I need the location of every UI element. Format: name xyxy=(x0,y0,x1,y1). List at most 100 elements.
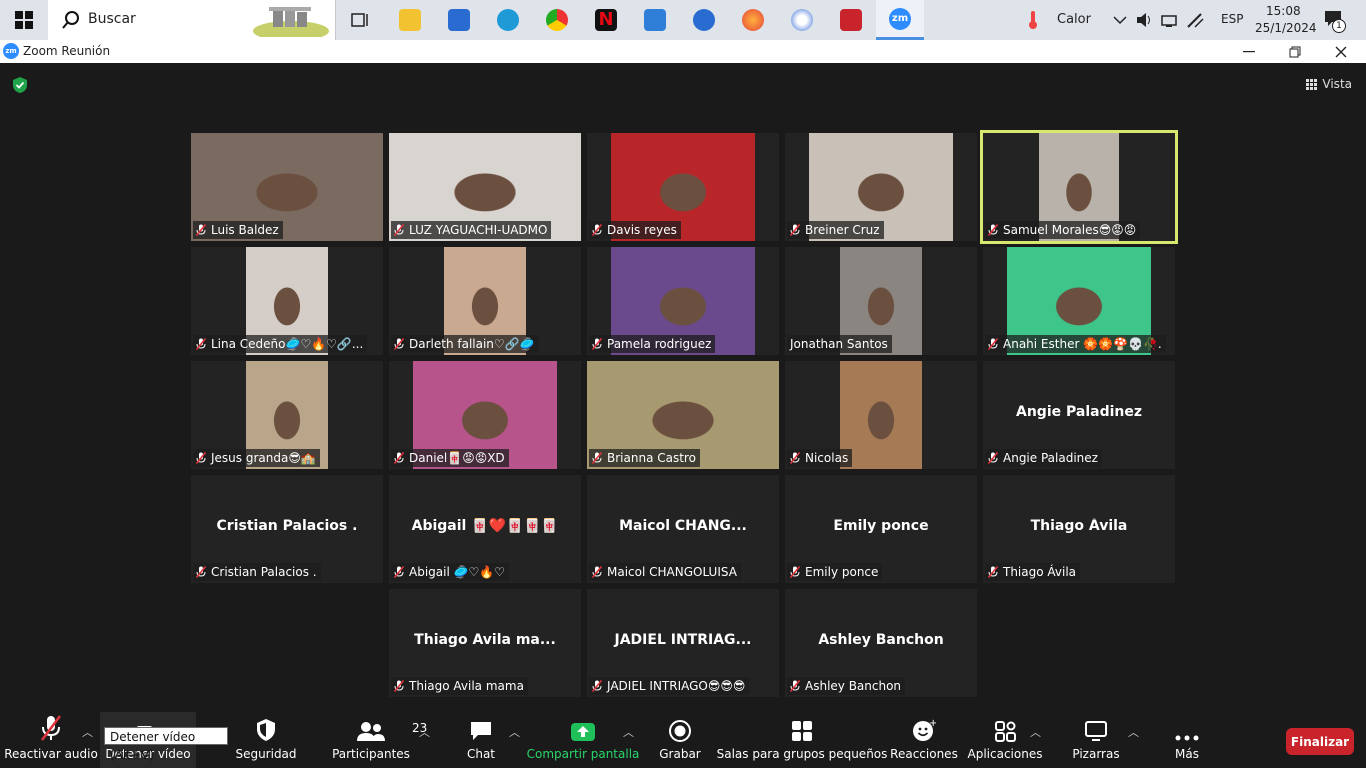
security-button[interactable]: Seguridad xyxy=(232,712,300,768)
close-button[interactable] xyxy=(1318,40,1364,63)
participant-display-name: Thiago Ávila xyxy=(1030,518,1128,534)
minimize-button[interactable] xyxy=(1226,40,1272,63)
participant-name-label: Pamela rodriguez xyxy=(589,335,716,353)
unmute-audio-button[interactable]: Reactivar audio xyxy=(4,712,98,768)
apps-options-caret-icon[interactable]: ︿ xyxy=(1030,724,1041,740)
participant-tile[interactable]: Breiner Cruz xyxy=(785,133,977,241)
participant-name-label: Samuel Morales😎😡😡 xyxy=(985,221,1141,239)
participant-name: Jesus granda😎🏫 xyxy=(211,451,316,465)
share-options-caret-icon[interactable]: ︿ xyxy=(623,724,634,740)
muted-microphone-icon xyxy=(394,680,404,692)
participant-tile[interactable]: Luis Baldez xyxy=(191,133,383,241)
record-button[interactable]: Grabar xyxy=(656,712,704,768)
participant-tile-active-speaker[interactable]: Samuel Morales😎😡😡 xyxy=(980,130,1178,244)
apps-label: Aplicaciones xyxy=(967,747,1043,761)
participant-tile[interactable]: Pamela rodriguez xyxy=(587,247,779,355)
participant-tile[interactable]: Emily ponce Emily ponce xyxy=(785,475,977,583)
participant-tile[interactable]: Maicol CHANG... Maicol CHANGOLUISA xyxy=(587,475,779,583)
taskbar-firefox[interactable] xyxy=(729,0,777,40)
participant-name-label: Darleth fallain♡🔗🥏 xyxy=(391,335,539,353)
view-button[interactable]: Vista xyxy=(1306,77,1352,91)
taskbar-store[interactable] xyxy=(435,0,483,40)
participant-name: Nicolas xyxy=(805,451,849,465)
end-meeting-button[interactable]: Finalizar xyxy=(1286,728,1354,755)
participant-display-name: Angie Paladinez xyxy=(1016,404,1142,420)
window-title: Zoom Reunión xyxy=(23,44,111,58)
participant-tile[interactable]: Brianna Castro xyxy=(587,361,779,469)
participant-name: Lina Cedeño🥏♡🔥♡🔗... xyxy=(211,337,364,351)
chat-button[interactable]: Chat xyxy=(460,712,502,768)
chrome-icon xyxy=(546,9,568,31)
participant-tile[interactable]: Nicolas xyxy=(785,361,977,469)
stop-video-tooltip: Detener vídeo (Alt+V) xyxy=(104,727,228,762)
participant-name: Pamela rodriguez xyxy=(607,337,712,351)
taskbar-mail[interactable] xyxy=(631,0,679,40)
participant-tile[interactable]: JADIEL INTRIAG... JADIEL INTRIAGO😎😎😎 xyxy=(587,589,779,697)
participant-tile[interactable]: Anahi Esther 🏵️🏵️🍄💀🥀. xyxy=(983,247,1175,355)
clock-time[interactable]: 15:08 xyxy=(1266,4,1301,18)
security-shield-icon[interactable] xyxy=(12,76,28,94)
participant-tile[interactable]: Jesus granda😎🏫 xyxy=(191,361,383,469)
audio-options-caret-icon[interactable]: ︿ xyxy=(82,724,93,740)
taskbar-acrobat[interactable] xyxy=(827,0,875,40)
more-button[interactable]: Más xyxy=(1166,712,1208,768)
share-screen-button[interactable]: Compartir pantalla xyxy=(527,712,639,768)
participant-display-name: Ashley Banchon xyxy=(818,632,944,648)
participant-name: Cristian Palacios . xyxy=(211,565,317,579)
chat-options-caret-icon[interactable]: ︿ xyxy=(509,724,520,740)
pen-icon[interactable] xyxy=(1186,11,1204,29)
participant-tile[interactable]: Darleth fallain♡🔗🥏 xyxy=(389,247,581,355)
participant-tile[interactable]: LUZ YAGUACHI-UADMO xyxy=(389,133,581,241)
participant-name-label: Abigail 🥏♡🔥♡ xyxy=(391,563,510,581)
apps-button[interactable]: Aplicaciones xyxy=(968,712,1042,768)
task-view-button[interactable] xyxy=(336,0,384,40)
unmute-audio-label: Reactivar audio xyxy=(4,747,98,761)
chat-label: Chat xyxy=(466,747,496,761)
participant-display-name: Cristian Palacios . xyxy=(216,518,358,534)
clock-date[interactable]: 25/1/2024 xyxy=(1255,21,1317,35)
taskbar-edge[interactable] xyxy=(484,0,532,40)
windows-start-button[interactable] xyxy=(0,0,48,40)
taskbar-netflix[interactable]: N xyxy=(582,0,630,40)
taskbar-chrome[interactable] xyxy=(533,0,581,40)
participant-tile[interactable]: Abigail 🀄❤️🀄🀄🀄 Abigail 🥏♡🔥♡ xyxy=(389,475,581,583)
participants-button[interactable]: 23 Participantes xyxy=(332,712,427,768)
notification-center-button[interactable]: 1 xyxy=(1324,10,1346,33)
participant-tile[interactable]: Thiago Avila ma... Thiago Avila mama xyxy=(389,589,581,697)
more-ellipsis-icon xyxy=(1175,735,1199,741)
speaker-icon[interactable] xyxy=(1136,12,1152,28)
participant-name: Abigail 🥏♡🔥♡ xyxy=(409,565,506,579)
participant-video-feed xyxy=(840,361,922,469)
weather-label[interactable]: Calor xyxy=(1057,12,1091,27)
taskbar-file-explorer[interactable] xyxy=(386,0,434,40)
whiteboards-options-caret-icon[interactable]: ︿ xyxy=(1128,724,1139,740)
participant-tile[interactable]: Jonathan Santos xyxy=(785,247,977,355)
whiteboards-button[interactable]: Pizarras xyxy=(1068,712,1124,768)
reactions-button[interactable]: + Reacciones xyxy=(890,712,958,768)
participant-name-label: Daniel🀄😡😡XD xyxy=(391,449,509,467)
taskbar-search-app[interactable] xyxy=(680,0,728,40)
participant-name-label: Angie Paladinez xyxy=(985,449,1102,467)
zoom-logo-icon: zm xyxy=(3,43,19,59)
chevron-up-icon[interactable] xyxy=(1113,15,1127,25)
network-icon[interactable] xyxy=(1160,12,1178,28)
participant-tile[interactable]: Thiago Ávila Thiago Ávila xyxy=(983,475,1175,583)
restore-button[interactable] xyxy=(1272,40,1318,63)
taskbar-app-badge[interactable] xyxy=(778,0,826,40)
participants-options-caret-icon[interactable]: ︿ xyxy=(419,724,430,740)
search-placeholder: Buscar xyxy=(88,11,136,27)
language-indicator[interactable]: ESP xyxy=(1221,12,1243,26)
participant-tile[interactable]: Daniel🀄😡😡XD xyxy=(389,361,581,469)
participant-tile[interactable]: Angie Paladinez Angie Paladinez xyxy=(983,361,1175,469)
apps-icon xyxy=(995,721,1016,742)
taskbar-search-box[interactable]: Buscar xyxy=(48,0,336,40)
share-screen-icon xyxy=(571,723,595,741)
participant-tile[interactable]: Cristian Palacios . Cristian Palacios . xyxy=(191,475,383,583)
participant-tile[interactable]: Lina Cedeño🥏♡🔥♡🔗... xyxy=(191,247,383,355)
taskbar-zoom[interactable]: zm xyxy=(876,0,924,40)
breakout-rooms-button[interactable]: Salas para grupos pequeños xyxy=(717,712,887,768)
participant-tile[interactable]: Davis reyes xyxy=(587,133,779,241)
participant-name: Davis reyes xyxy=(607,223,677,237)
reactions-smiley-icon: + xyxy=(913,718,936,741)
participant-tile[interactable]: Ashley Banchon Ashley Banchon xyxy=(785,589,977,697)
